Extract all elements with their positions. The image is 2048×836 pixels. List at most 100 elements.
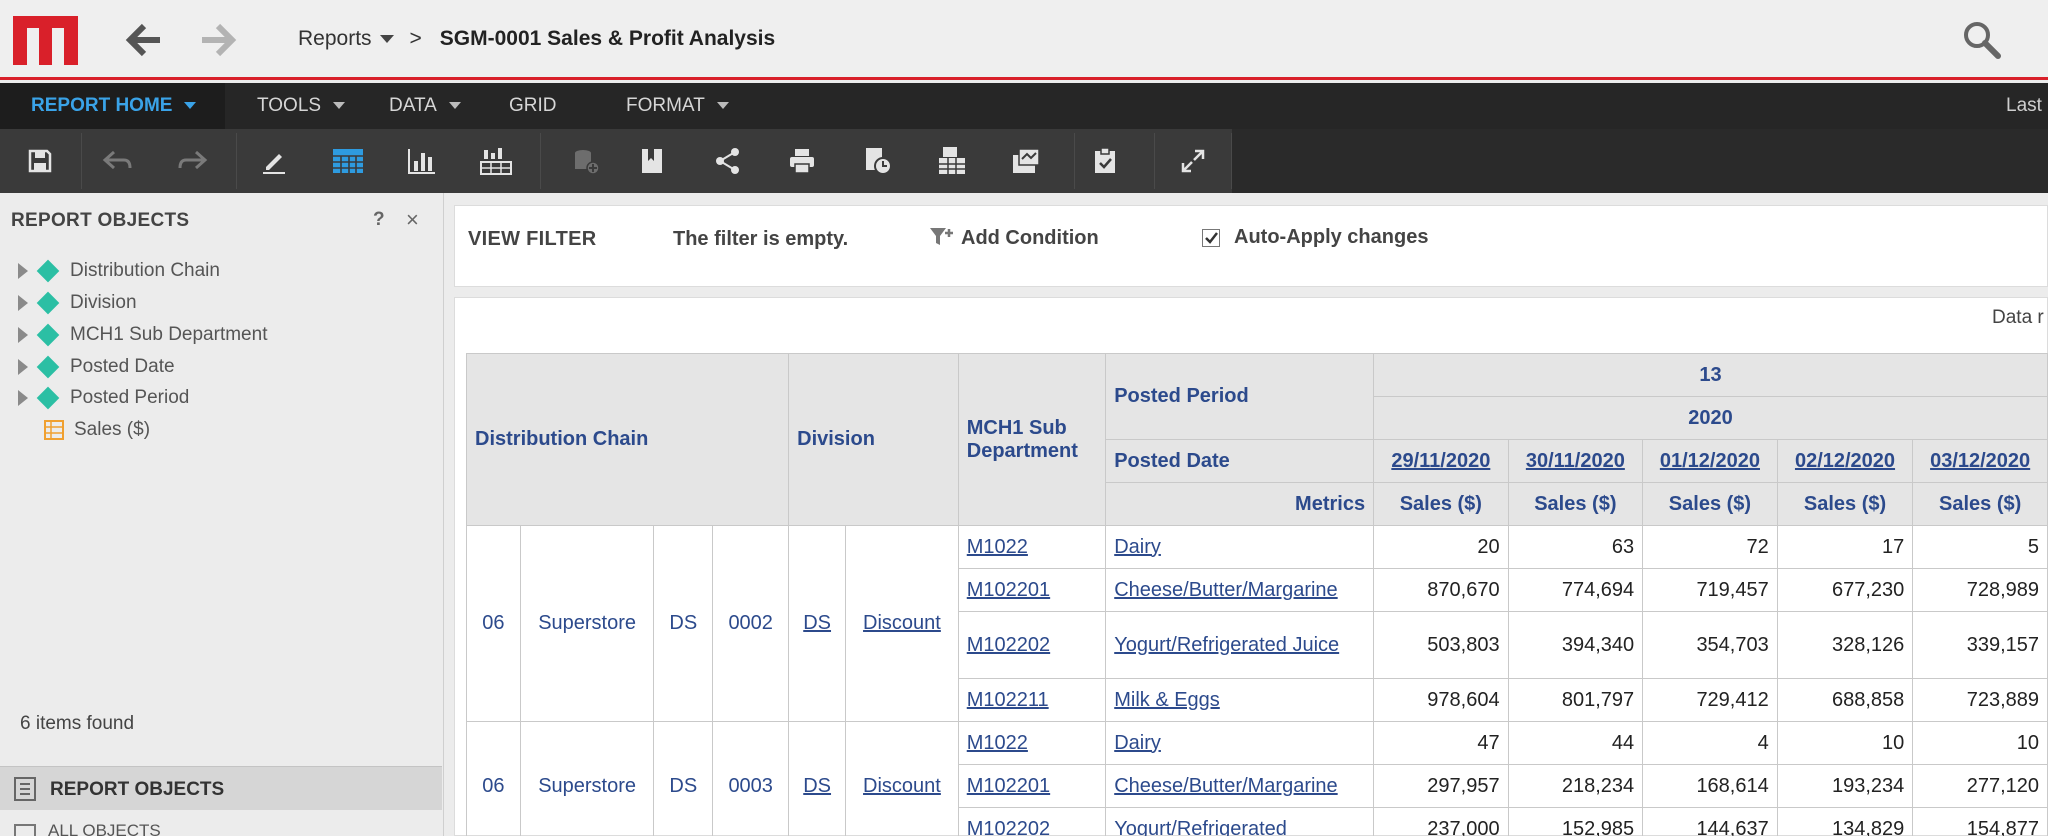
- mch-code-link[interactable]: M1022: [957, 721, 1107, 765]
- redo-icon[interactable]: [162, 129, 222, 193]
- print-icon[interactable]: [772, 129, 832, 193]
- checkbox[interactable]: [1202, 228, 1220, 247]
- auto-apply-checkbox[interactable]: Auto-Apply changes: [1202, 226, 1428, 249]
- menu-grid[interactable]: GRID: [509, 83, 557, 129]
- sales-cell: 5: [1912, 525, 2048, 569]
- header-division[interactable]: Division: [788, 353, 959, 526]
- mch-code-link[interactable]: M102202: [957, 611, 1107, 679]
- division-link[interactable]: DS: [788, 721, 847, 836]
- expand-arrow-icon[interactable]: [18, 327, 28, 343]
- report-objects-tab[interactable]: REPORT OBJECTS: [0, 766, 442, 810]
- mch-name-link[interactable]: Cheese/Butter/Margarine: [1105, 568, 1375, 612]
- save-icon[interactable]: [10, 129, 70, 193]
- bookmark-icon[interactable]: [622, 129, 682, 193]
- object-mch1-sub-department[interactable]: MCH1 Sub Department: [18, 323, 267, 347]
- division-link[interactable]: DS: [788, 525, 847, 722]
- sales-cell: 152,985: [1507, 807, 1644, 836]
- sales-cell: 728,989: [1912, 568, 2048, 612]
- sales-cell: 978,604: [1373, 678, 1509, 722]
- table-row: 06 Superstore DS 0002 DS Discount M1022 …: [466, 525, 2048, 722]
- header-mch1-sub-department[interactable]: MCH1 Sub Department: [957, 353, 1107, 526]
- header-distribution-chain[interactable]: Distribution Chain: [465, 353, 790, 526]
- division-name-link[interactable]: Discount: [845, 525, 959, 722]
- header-date-link[interactable]: 30/11/2020: [1507, 439, 1644, 483]
- dc-code-cell: 06: [466, 721, 521, 836]
- edit-icon[interactable]: [244, 129, 304, 193]
- menu-tools[interactable]: TOOLS: [257, 83, 346, 129]
- header-metric[interactable]: Sales ($): [1912, 482, 2048, 526]
- mch-code-link[interactable]: M1022: [957, 525, 1107, 569]
- close-icon[interactable]: ×: [406, 207, 419, 233]
- div-code-cell: DS: [653, 721, 714, 836]
- filter-add-icon: [930, 228, 953, 245]
- share-icon[interactable]: [698, 129, 758, 193]
- mch-name-link[interactable]: Dairy: [1105, 721, 1375, 765]
- graph-view-icon[interactable]: [392, 129, 452, 193]
- mch-name-link[interactable]: Milk & Eggs: [1105, 678, 1375, 722]
- expand-arrow-icon[interactable]: [18, 295, 28, 311]
- page-title: SGM-0001 Sales & Profit Analysis: [439, 27, 776, 50]
- menu-data[interactable]: DATA: [389, 83, 461, 129]
- mch-name-link[interactable]: Yogurt/Refrigerated: [1105, 807, 1375, 836]
- breadcrumb: Reports > SGM-0001 Sales & Profit Analys…: [298, 27, 775, 51]
- header-metric[interactable]: Sales ($): [1373, 482, 1509, 526]
- breadcrumb-reports[interactable]: Reports: [298, 27, 372, 51]
- mch-code-link[interactable]: M102202: [957, 807, 1107, 836]
- header-metric[interactable]: Sales ($): [1776, 482, 1914, 526]
- expand-arrow-icon[interactable]: [18, 359, 28, 375]
- schedule-icon[interactable]: [848, 129, 908, 193]
- forward-arrow-icon[interactable]: [198, 20, 238, 60]
- header-metrics[interactable]: Metrics: [1105, 482, 1375, 526]
- mch-code-link[interactable]: M102201: [957, 568, 1107, 612]
- object-distribution-chain[interactable]: Distribution Chain: [18, 259, 220, 283]
- sales-cell: 218,234: [1507, 764, 1644, 808]
- object-posted-period[interactable]: Posted Period: [18, 386, 189, 410]
- menu-report-home[interactable]: REPORT HOME: [0, 83, 225, 129]
- division-name-link[interactable]: Discount: [845, 721, 959, 836]
- breadcrumb-separator: >: [409, 27, 422, 50]
- object-division[interactable]: Division: [18, 291, 137, 315]
- export-icon[interactable]: [922, 129, 982, 193]
- sales-cell: 339,157: [1912, 611, 2048, 679]
- mch-code-link[interactable]: M102201: [957, 764, 1107, 808]
- header-period-value: 13: [1373, 353, 2048, 397]
- expand-arrow-icon[interactable]: [18, 390, 28, 406]
- header-posted-period[interactable]: Posted Period: [1105, 353, 1375, 440]
- menu-bar: REPORT HOME TOOLS DATA GRID FORMAT Last: [0, 83, 2048, 129]
- search-icon[interactable]: [1962, 20, 2002, 60]
- fullscreen-icon[interactable]: [1163, 129, 1223, 193]
- header-date-link[interactable]: 29/11/2020: [1373, 439, 1509, 483]
- menu-format[interactable]: FORMAT: [626, 83, 729, 129]
- mch-name-link[interactable]: Cheese/Butter/Margarine: [1105, 764, 1375, 808]
- add-dataset-icon[interactable]: [556, 129, 616, 193]
- report-options-icon[interactable]: [1076, 129, 1136, 193]
- undo-icon[interactable]: [88, 129, 148, 193]
- add-condition-button[interactable]: Add Condition: [929, 226, 1099, 250]
- object-posted-date[interactable]: Posted Date: [18, 355, 175, 379]
- header-date-link[interactable]: 01/12/2020: [1642, 439, 1778, 483]
- sales-cell: 723,889: [1912, 678, 2048, 722]
- all-objects-item[interactable]: ALL OBJECTS: [14, 821, 161, 836]
- sales-cell: 17: [1776, 525, 1914, 569]
- object-sales[interactable]: Sales ($): [18, 418, 150, 442]
- header-posted-date[interactable]: Posted Date: [1105, 439, 1375, 483]
- mch-code-link[interactable]: M102211: [957, 678, 1107, 722]
- grid-view-icon[interactable]: [318, 129, 378, 193]
- subscribe-icon[interactable]: [996, 129, 1056, 193]
- expand-arrow-icon[interactable]: [18, 263, 28, 279]
- mch-name-link[interactable]: Dairy: [1105, 525, 1375, 569]
- mch-name-link[interactable]: Yogurt/Refrigerated Juice: [1105, 611, 1375, 679]
- sales-cell: 328,126: [1776, 611, 1914, 679]
- header-metric[interactable]: Sales ($): [1642, 482, 1778, 526]
- back-arrow-icon[interactable]: [124, 20, 164, 60]
- header-date-link[interactable]: 03/12/2020: [1912, 439, 2048, 483]
- header-metric[interactable]: Sales ($): [1507, 482, 1644, 526]
- chevron-down-icon[interactable]: [379, 35, 394, 43]
- report-objects-panel: REPORT OBJECTS ? × Distribution Chain Di…: [0, 193, 444, 836]
- header-year-value: 2020: [1373, 396, 2048, 440]
- object-label: Posted Date: [70, 356, 175, 377]
- grid-graph-icon[interactable]: [466, 129, 526, 193]
- header-date-link[interactable]: 02/12/2020: [1776, 439, 1914, 483]
- app-logo-icon[interactable]: [13, 16, 78, 65]
- help-icon[interactable]: ?: [373, 209, 385, 231]
